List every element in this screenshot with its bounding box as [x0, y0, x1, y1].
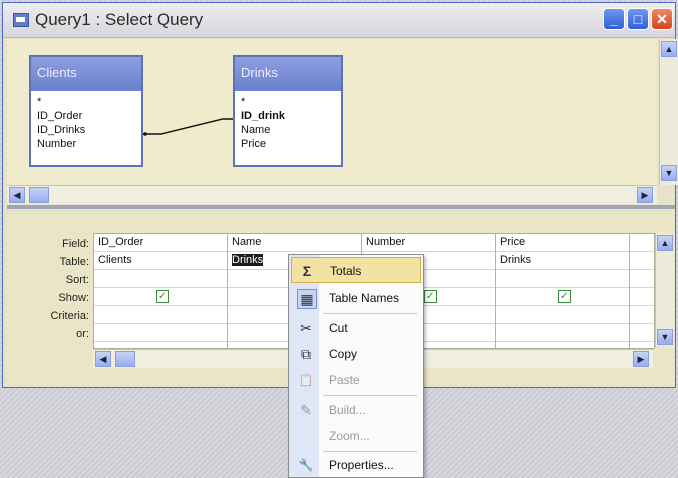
- scroll-down-arrow-icon[interactable]: ▼: [661, 165, 677, 181]
- field-list-item[interactable]: *: [241, 95, 341, 109]
- scroll-up-arrow-icon[interactable]: ▲: [661, 41, 677, 57]
- upper-vertical-scrollbar[interactable]: ▲ ▼: [659, 39, 678, 185]
- criteria-cell[interactable]: [496, 306, 629, 324]
- table-drinks-title[interactable]: Drinks: [235, 57, 341, 91]
- scroll-thumb[interactable]: [29, 187, 49, 203]
- scroll-left-arrow-icon[interactable]: ◀: [95, 351, 111, 367]
- row-label-or: or:: [76, 328, 89, 340]
- show-cell[interactable]: [496, 288, 629, 306]
- sort-cell[interactable]: [94, 270, 227, 288]
- grid-column[interactable]: ID_Order Clients: [94, 234, 228, 348]
- field-cell[interactable]: [630, 234, 654, 252]
- field-cell[interactable]: Name: [228, 234, 361, 252]
- properties-icon: 🔧: [298, 458, 314, 472]
- menu-item-label: Build...: [329, 403, 366, 417]
- criteria-cell[interactable]: [630, 306, 654, 324]
- sigma-icon: Σ: [302, 263, 312, 279]
- menu-item-label: Properties...: [329, 458, 394, 472]
- or-cell[interactable]: [630, 324, 654, 342]
- context-menu: Σ Totals ▦ Table Names ✂ Cut ⧉ Copy 📋 Pa…: [288, 254, 424, 478]
- menu-item-label: Zoom...: [329, 429, 370, 443]
- field-cell[interactable]: ID_Order: [94, 234, 227, 252]
- or-cell[interactable]: [94, 324, 227, 342]
- or-cell[interactable]: [496, 324, 629, 342]
- table-cell[interactable]: Clients: [94, 252, 227, 270]
- selected-table-text[interactable]: Drinks: [232, 254, 264, 266]
- table-cell[interactable]: Drinks: [496, 252, 629, 270]
- menu-item-label: Table Names: [329, 291, 400, 305]
- scroll-down-arrow-icon[interactable]: ▼: [657, 329, 673, 345]
- table-cell[interactable]: [630, 252, 654, 270]
- paste-icon: 📋: [298, 373, 314, 387]
- criteria-cell[interactable]: [94, 306, 227, 324]
- scroll-left-arrow-icon[interactable]: ◀: [9, 187, 25, 203]
- field-list-item[interactable]: Name: [241, 123, 341, 137]
- menu-item-label: Paste: [329, 373, 360, 387]
- menu-item-copy[interactable]: ⧉ Copy: [291, 341, 421, 367]
- grid-row-labels: Field: Table: Sort: Show: Criteria: or:: [7, 235, 89, 343]
- row-label-show: Show:: [58, 292, 89, 304]
- build-wand-icon: ✎: [300, 402, 312, 418]
- table-names-icon: ▦: [297, 289, 317, 309]
- menu-item-label: Cut: [329, 321, 348, 335]
- show-cell[interactable]: [630, 288, 654, 306]
- maximize-button[interactable]: □: [627, 8, 649, 30]
- grid-column[interactable]: Price Drinks: [496, 234, 630, 348]
- row-label-field: Field:: [62, 238, 89, 250]
- menu-item-properties[interactable]: 🔧 Properties...: [291, 452, 421, 478]
- sort-cell[interactable]: [630, 270, 654, 288]
- show-checkbox[interactable]: [156, 288, 169, 305]
- upper-horizontal-scrollbar[interactable]: ◀ ▶: [7, 185, 657, 204]
- menu-item-cut[interactable]: ✂ Cut: [291, 315, 421, 341]
- field-list-item[interactable]: Price: [241, 137, 341, 151]
- table-drinks[interactable]: Drinks * ID_drink Name Price: [233, 55, 343, 167]
- field-cell[interactable]: Number: [362, 234, 495, 252]
- grid-column-empty[interactable]: [630, 234, 654, 348]
- query-window-icon: [13, 13, 29, 27]
- menu-item-zoom[interactable]: Zoom...: [291, 423, 421, 449]
- menu-item-label: Copy: [329, 347, 358, 361]
- scroll-right-arrow-icon[interactable]: ▶: [637, 187, 653, 203]
- field-list-item-key[interactable]: ID_drink: [241, 109, 341, 123]
- table-pane[interactable]: Clients * ID_Order ID_Drinks Number Drin…: [7, 39, 657, 185]
- window-title: Query1 : Select Query: [35, 10, 204, 29]
- scissors-icon: ✂: [300, 320, 312, 336]
- title-bar[interactable]: Query1 : Select Query _ □ ✕: [3, 3, 675, 38]
- row-label-table: Table:: [59, 256, 89, 268]
- menu-item-label: Totals: [330, 264, 362, 278]
- show-cell[interactable]: [94, 288, 227, 306]
- menu-item-totals[interactable]: Σ Totals: [291, 257, 421, 283]
- grid-vertical-scrollbar[interactable]: ▲ ▼: [655, 233, 674, 347]
- menu-separator: [323, 395, 417, 396]
- row-label-sort: Sort:: [65, 274, 89, 286]
- show-checkbox[interactable]: [424, 288, 437, 305]
- pane-splitter[interactable]: [7, 205, 675, 209]
- show-checkbox[interactable]: [558, 288, 571, 305]
- menu-separator: [323, 313, 417, 314]
- menu-item-build[interactable]: ✎ Build...: [291, 397, 421, 423]
- close-button[interactable]: ✕: [651, 8, 673, 30]
- menu-item-paste[interactable]: 📋 Paste: [291, 367, 421, 393]
- menu-item-table-names[interactable]: ▦ Table Names: [291, 285, 421, 311]
- sort-cell[interactable]: [496, 270, 629, 288]
- zoom-icon: [297, 427, 315, 445]
- row-label-criteria: Criteria:: [50, 310, 89, 322]
- copy-icon: ⧉: [301, 346, 311, 362]
- scroll-up-arrow-icon[interactable]: ▲: [657, 235, 673, 251]
- minimize-button[interactable]: _: [603, 8, 625, 30]
- scroll-right-arrow-icon[interactable]: ▶: [633, 351, 649, 367]
- scroll-thumb[interactable]: [115, 351, 135, 367]
- field-cell[interactable]: Price: [496, 234, 629, 252]
